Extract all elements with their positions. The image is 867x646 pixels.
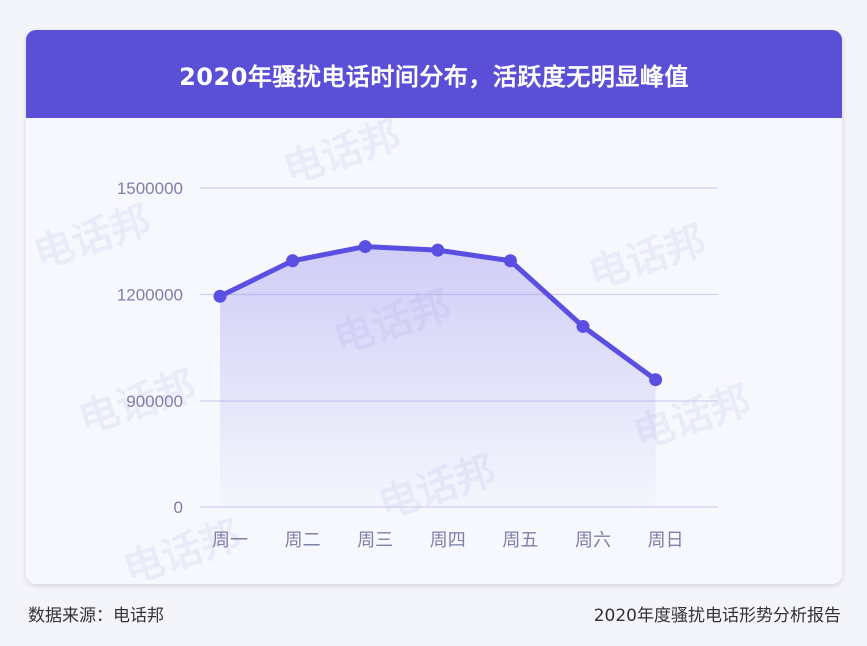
chart-card: 2020年骚扰电话时间分布，活跃度无明显峰值 电话邦 电话邦 电话邦 电话邦 电… xyxy=(26,30,842,584)
x-tick-label: 周六 xyxy=(575,530,611,551)
x-tick-label: 周二 xyxy=(285,530,321,551)
x-tick-label: 周四 xyxy=(430,530,466,551)
x-tick-label: 周五 xyxy=(502,530,538,551)
data-point xyxy=(431,243,445,257)
y-tick-label: 1500000 xyxy=(117,179,183,198)
line-chart: 0 900000 1200000 1500000 周一 周二 周三 周四 周五 周六 周日 xyxy=(117,179,718,551)
y-tick-label: 1200000 xyxy=(117,286,183,305)
series-area xyxy=(220,246,656,507)
x-tick-label: 周三 xyxy=(357,530,393,551)
x-tick-label: 周一 xyxy=(212,530,248,551)
data-point xyxy=(213,289,227,303)
data-source-note: 数据来源：电话邦 xyxy=(28,606,164,626)
x-tick-label: 周日 xyxy=(648,530,684,551)
report-name: 2020年度骚扰电话形势分析报告 xyxy=(593,606,841,626)
data-point xyxy=(503,254,517,268)
data-point xyxy=(649,373,663,387)
data-point xyxy=(286,254,300,268)
y-tick-label: 900000 xyxy=(126,392,183,411)
data-point xyxy=(358,240,372,254)
data-point xyxy=(576,319,590,333)
y-tick-label: 0 xyxy=(174,498,183,517)
